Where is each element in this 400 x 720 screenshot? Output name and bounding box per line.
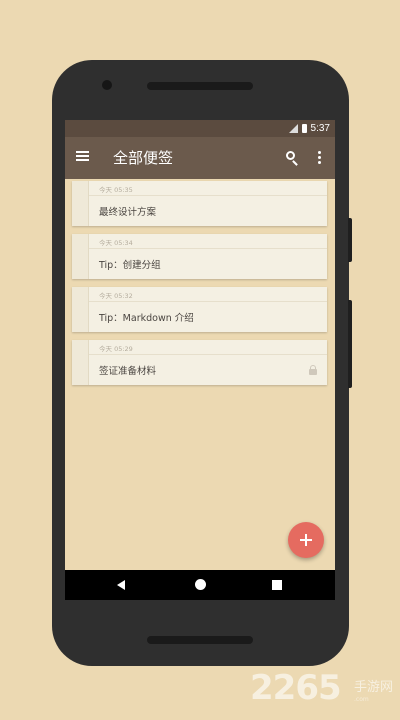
home-icon[interactable] [195,579,206,590]
more-vert-icon[interactable] [314,151,324,167]
back-icon[interactable] [117,580,125,590]
note-time: 今天 05:32 [99,292,133,300]
recents-icon[interactable] [272,580,282,590]
watermark-number: 2265 [250,668,342,708]
phone-frame: 5:37 全部便签 今天 05:35 最终设计方案 今天 05:34 Tip：创… [52,60,352,666]
note-title: Tip：Markdown 介绍 [99,313,194,324]
note-title: Tip：创建分组 [99,260,161,271]
watermark-sub: .com [354,696,369,703]
status-bar: 5:37 [65,120,335,137]
note-time: 今天 05:35 [99,186,133,194]
top-speaker [147,82,253,90]
note-time: 今天 05:34 [99,239,133,247]
bottom-speaker [147,636,253,644]
page-title: 全部便签 [113,149,174,167]
search-icon[interactable] [284,149,302,167]
note-title: 最终设计方案 [99,207,157,218]
note-title: 签证准备材料 [99,366,157,377]
note-time: 今天 05:29 [99,345,133,353]
note-margin [72,287,89,332]
note-margin [72,234,89,279]
note-card[interactable]: 今天 05:35 最终设计方案 [72,181,327,226]
screen: 5:37 全部便签 今天 05:35 最终设计方案 今天 05:34 Tip：创… [65,120,335,600]
signal-icon [288,124,298,133]
note-margin [72,181,89,226]
menu-icon[interactable] [76,151,89,161]
add-note-button[interactable] [288,522,324,558]
note-card[interactable]: 今天 05:32 Tip：Markdown 介绍 [72,287,327,332]
app-bar: 全部便签 [65,137,335,179]
note-card[interactable]: 今天 05:29 签证准备材料 [72,340,327,385]
watermark-text: 手游网 [354,680,394,695]
navigation-bar [65,570,335,600]
volume-button [348,300,352,388]
power-button [348,218,352,262]
lock-icon [309,365,317,375]
battery-icon [301,124,307,133]
status-time: 5:37 [310,123,330,134]
note-card[interactable]: 今天 05:34 Tip：创建分组 [72,234,327,279]
note-margin [72,340,89,385]
watermark-logo: 2265 手游网 .com [250,668,400,716]
front-camera [102,80,112,90]
